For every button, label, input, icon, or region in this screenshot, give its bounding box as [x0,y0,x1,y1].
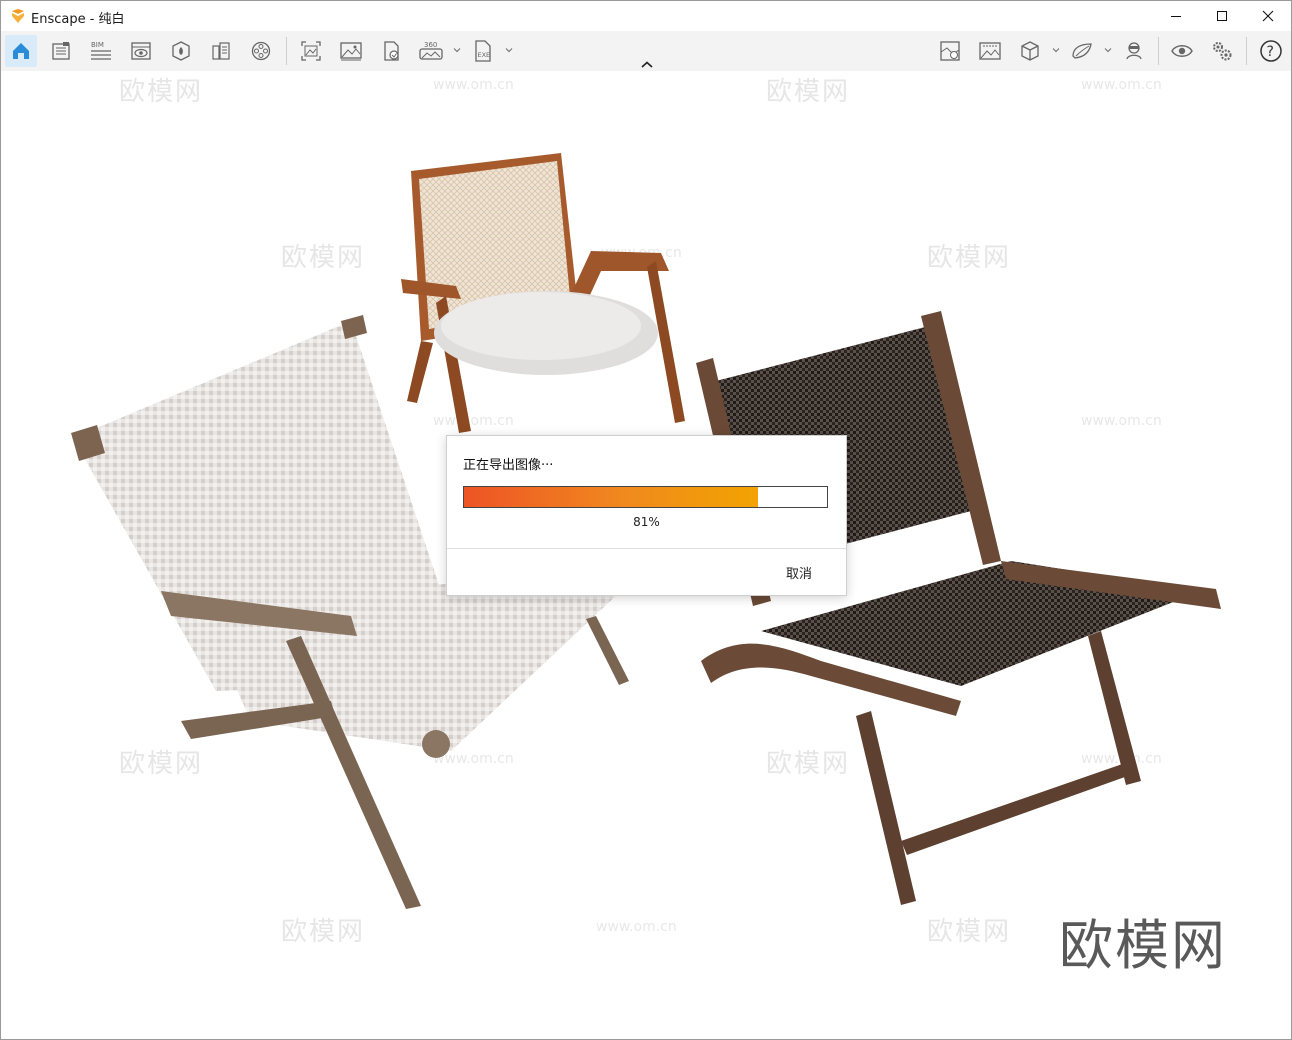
woven-lounge-chair-dark [696,311,1221,905]
asset-library-button[interactable] [165,35,197,67]
toolbar-separator [1246,37,1247,65]
batch-render-icon [340,42,362,61]
screenshot-icon [301,41,321,61]
woven-lounge-chair-white [71,315,629,909]
progress-percentage: 81% [633,515,660,529]
minimize-icon [1171,16,1181,17]
batch-render-button[interactable] [335,35,367,67]
preview-button[interactable] [1166,35,1198,67]
close-icon [1262,10,1274,22]
360-panorama-icon: 360 [419,41,443,60]
video-editor-button[interactable] [245,35,277,67]
preview-eye-icon [1171,45,1193,57]
chevron-down-icon[interactable] [1051,45,1061,55]
home-icon [13,43,29,59]
maximize-button[interactable] [1199,1,1245,31]
visual-settings-button[interactable] [125,35,157,67]
collaboration-button[interactable] [1118,35,1150,67]
360-panorama-button[interactable]: 360 [415,35,447,67]
title-bar: Enscape - 纯白 [1,1,1291,31]
chevron-down-icon[interactable] [1103,45,1113,55]
asset-library-icon [172,41,190,61]
close-button[interactable] [1245,1,1291,31]
image-overlay-button[interactable] [974,35,1006,67]
video-editor-icon [251,41,271,61]
brand-watermark: 欧模网 [1059,914,1227,977]
vr-headset-icon [1072,43,1092,59]
svg-text:BIM: BIM [91,41,104,49]
enscape-logo-icon [12,9,24,23]
bim-button[interactable]: BIM [85,35,117,67]
vr-headset-button[interactable] [1066,35,1098,67]
bim-icon: BIM [91,41,111,60]
collaboration-icon [1126,42,1142,60]
svg-text:?: ? [1267,44,1274,60]
chevron-down-icon[interactable] [504,45,514,55]
material-editor-button[interactable] [205,35,237,67]
settings-button[interactable] [1206,35,1238,67]
dialog-footer: 取消 [447,548,846,596]
chevron-down-icon[interactable] [452,45,462,55]
exe-export-icon: EXE [475,40,491,62]
visual-settings-icon [131,42,151,60]
collapse-toolbar-chevron-icon[interactable] [638,59,656,71]
svg-text:EXE: EXE [478,51,491,59]
progress-fill [464,487,759,507]
export-progress-bar [463,486,828,508]
help-button[interactable]: ? [1255,35,1287,67]
settings-icon [1213,42,1232,61]
minimize-button[interactable] [1153,1,1199,31]
image-overlay-icon [979,42,1001,60]
cancel-button[interactable]: 取消 [786,563,812,582]
cube-view-icon [1021,41,1039,61]
site-context-button[interactable] [934,35,966,67]
toolbar-separator [1158,37,1159,65]
panorama-icon [384,41,399,61]
exe-export-button[interactable]: EXE [467,35,499,67]
maximize-icon [1217,11,1227,21]
site-context-icon [940,41,960,61]
panorama-button[interactable] [375,35,407,67]
views-list-icon [52,42,70,60]
home-button[interactable] [5,35,37,67]
toolbar-separator [286,37,287,65]
views-button[interactable] [45,35,77,67]
app-window: Enscape - 纯白 BIM 360 EXE ? 欧模网 www.om.cn… [0,0,1292,1040]
window-title: Enscape - 纯白 [31,12,125,27]
material-editor-icon [212,42,230,60]
cane-armchair [401,153,685,433]
cube-view-button[interactable] [1014,35,1046,67]
svg-text:360: 360 [424,41,437,49]
dialog-title: 正在导出图像··· [463,458,554,473]
export-progress-dialog: 正在导出图像··· 81% 取消 [446,435,847,596]
screenshot-button[interactable] [295,35,327,67]
help-icon: ? [1260,40,1282,62]
